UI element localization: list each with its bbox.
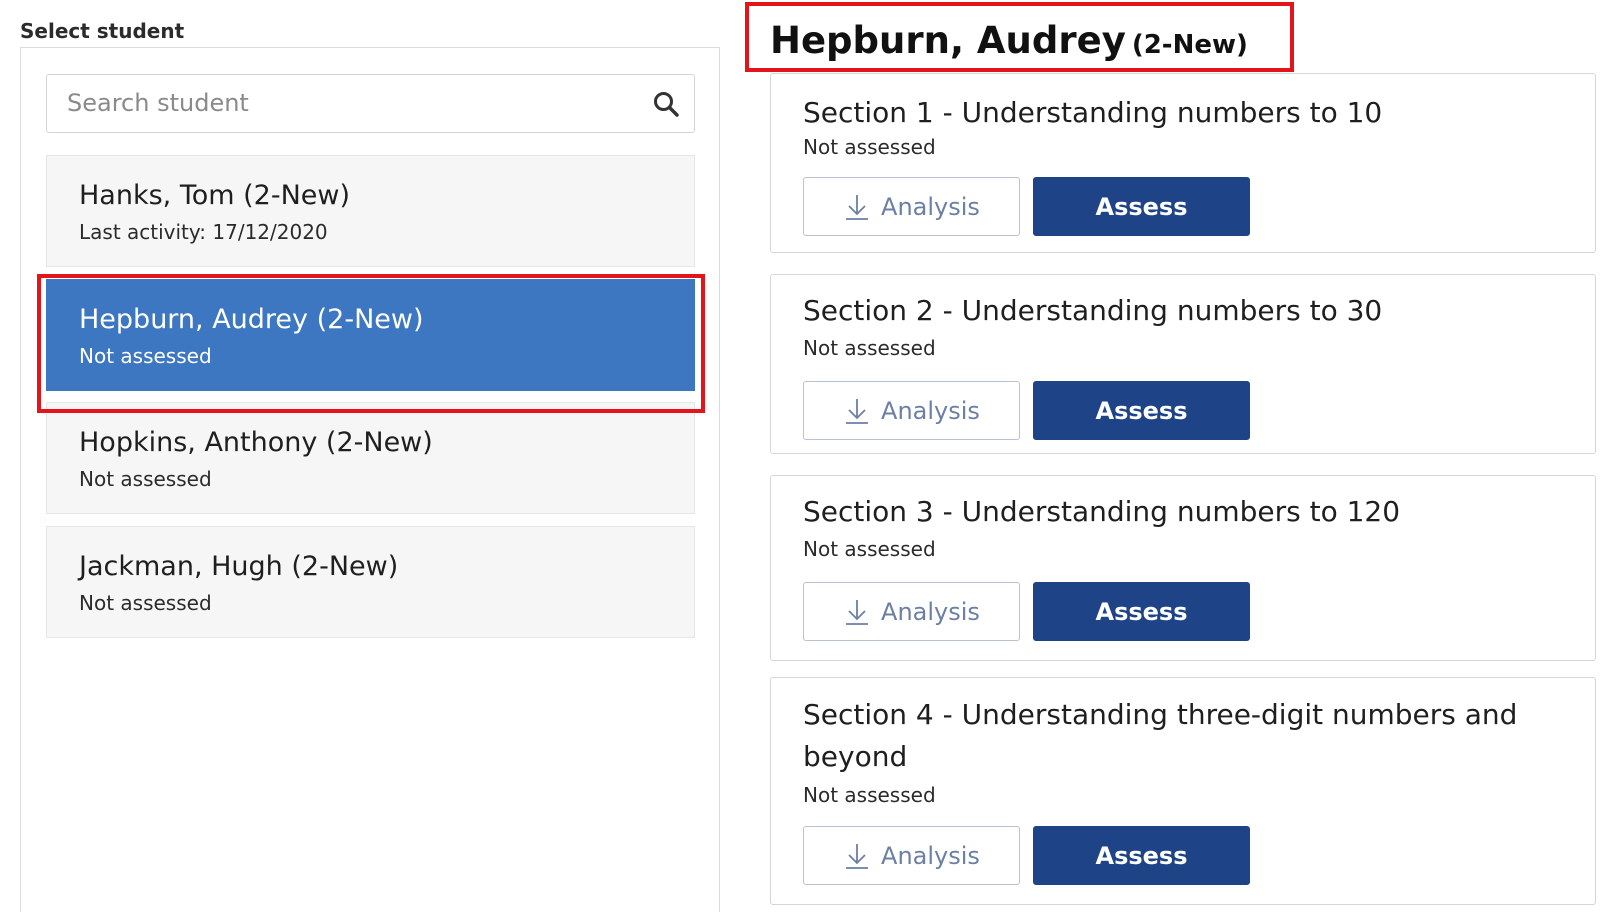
section-status: Not assessed xyxy=(803,135,936,159)
student-item-hopkins-anthony[interactable]: Hopkins, Anthony (2-New) Not assessed xyxy=(46,402,695,514)
student-name: Jackman, Hugh (2-New) xyxy=(79,551,399,582)
section-title: Section 3 - Understanding numbers to 120 xyxy=(803,495,1401,528)
analysis-label: Analysis xyxy=(881,841,980,870)
student-status: Not assessed xyxy=(79,467,212,491)
analysis-button[interactable]: Analysis xyxy=(803,826,1020,885)
selected-student-name: Hepburn, Audrey xyxy=(770,19,1126,62)
analysis-button[interactable]: Analysis xyxy=(803,177,1020,236)
student-name: Hanks, Tom (2-New) xyxy=(79,180,351,211)
section-card-2: Section 2 - Understanding numbers to 30 … xyxy=(770,274,1596,454)
analysis-label: Analysis xyxy=(881,396,980,425)
analysis-button[interactable]: Analysis xyxy=(803,381,1020,440)
student-item-hanks-tom[interactable]: Hanks, Tom (2-New) Last activity: 17/12/… xyxy=(46,155,695,267)
download-icon xyxy=(846,843,869,869)
assess-button[interactable]: Assess xyxy=(1033,826,1250,885)
selected-student-header: Hepburn, Audrey (2-New) xyxy=(770,19,1248,62)
section-status: Not assessed xyxy=(803,783,936,807)
section-status: Not assessed xyxy=(803,336,936,360)
student-item-jackman-hugh[interactable]: Jackman, Hugh (2-New) Not assessed xyxy=(46,526,695,638)
section-card-4: Section 4 - Understanding three-digit nu… xyxy=(770,677,1596,905)
student-name: Hopkins, Anthony (2-New) xyxy=(79,427,433,458)
search-placeholder: Search student xyxy=(67,89,249,117)
selected-student-group: (2-New) xyxy=(1131,30,1248,60)
student-status: Not assessed xyxy=(79,591,212,615)
assess-button[interactable]: Assess xyxy=(1033,582,1250,641)
student-status: Last activity: 17/12/2020 xyxy=(79,220,328,244)
download-icon xyxy=(846,398,869,424)
assess-button[interactable]: Assess xyxy=(1033,381,1250,440)
download-icon xyxy=(846,194,869,220)
search-icon[interactable] xyxy=(652,90,680,118)
section-title: Section 1 - Understanding numbers to 10 xyxy=(803,96,1383,129)
analysis-label: Analysis xyxy=(881,192,980,221)
section-card-1: Section 1 - Understanding numbers to 10 … xyxy=(770,73,1596,253)
download-icon xyxy=(846,599,869,625)
section-card-3: Section 3 - Understanding numbers to 120… xyxy=(770,475,1596,661)
section-title: Section 4 - Understanding three-digit nu… xyxy=(803,698,1518,773)
student-item-hepburn-audrey[interactable]: Hepburn, Audrey (2-New) Not assessed xyxy=(46,279,695,391)
section-title: Section 2 - Understanding numbers to 30 xyxy=(803,294,1383,327)
analysis-label: Analysis xyxy=(881,597,980,626)
search-input[interactable]: Search student xyxy=(46,74,695,133)
student-name: Hepburn, Audrey (2-New) xyxy=(79,304,424,335)
section-status: Not assessed xyxy=(803,537,936,561)
student-status: Not assessed xyxy=(79,344,212,368)
analysis-button[interactable]: Analysis xyxy=(803,582,1020,641)
assess-button[interactable]: Assess xyxy=(1033,177,1250,236)
select-student-label: Select student xyxy=(20,19,185,43)
